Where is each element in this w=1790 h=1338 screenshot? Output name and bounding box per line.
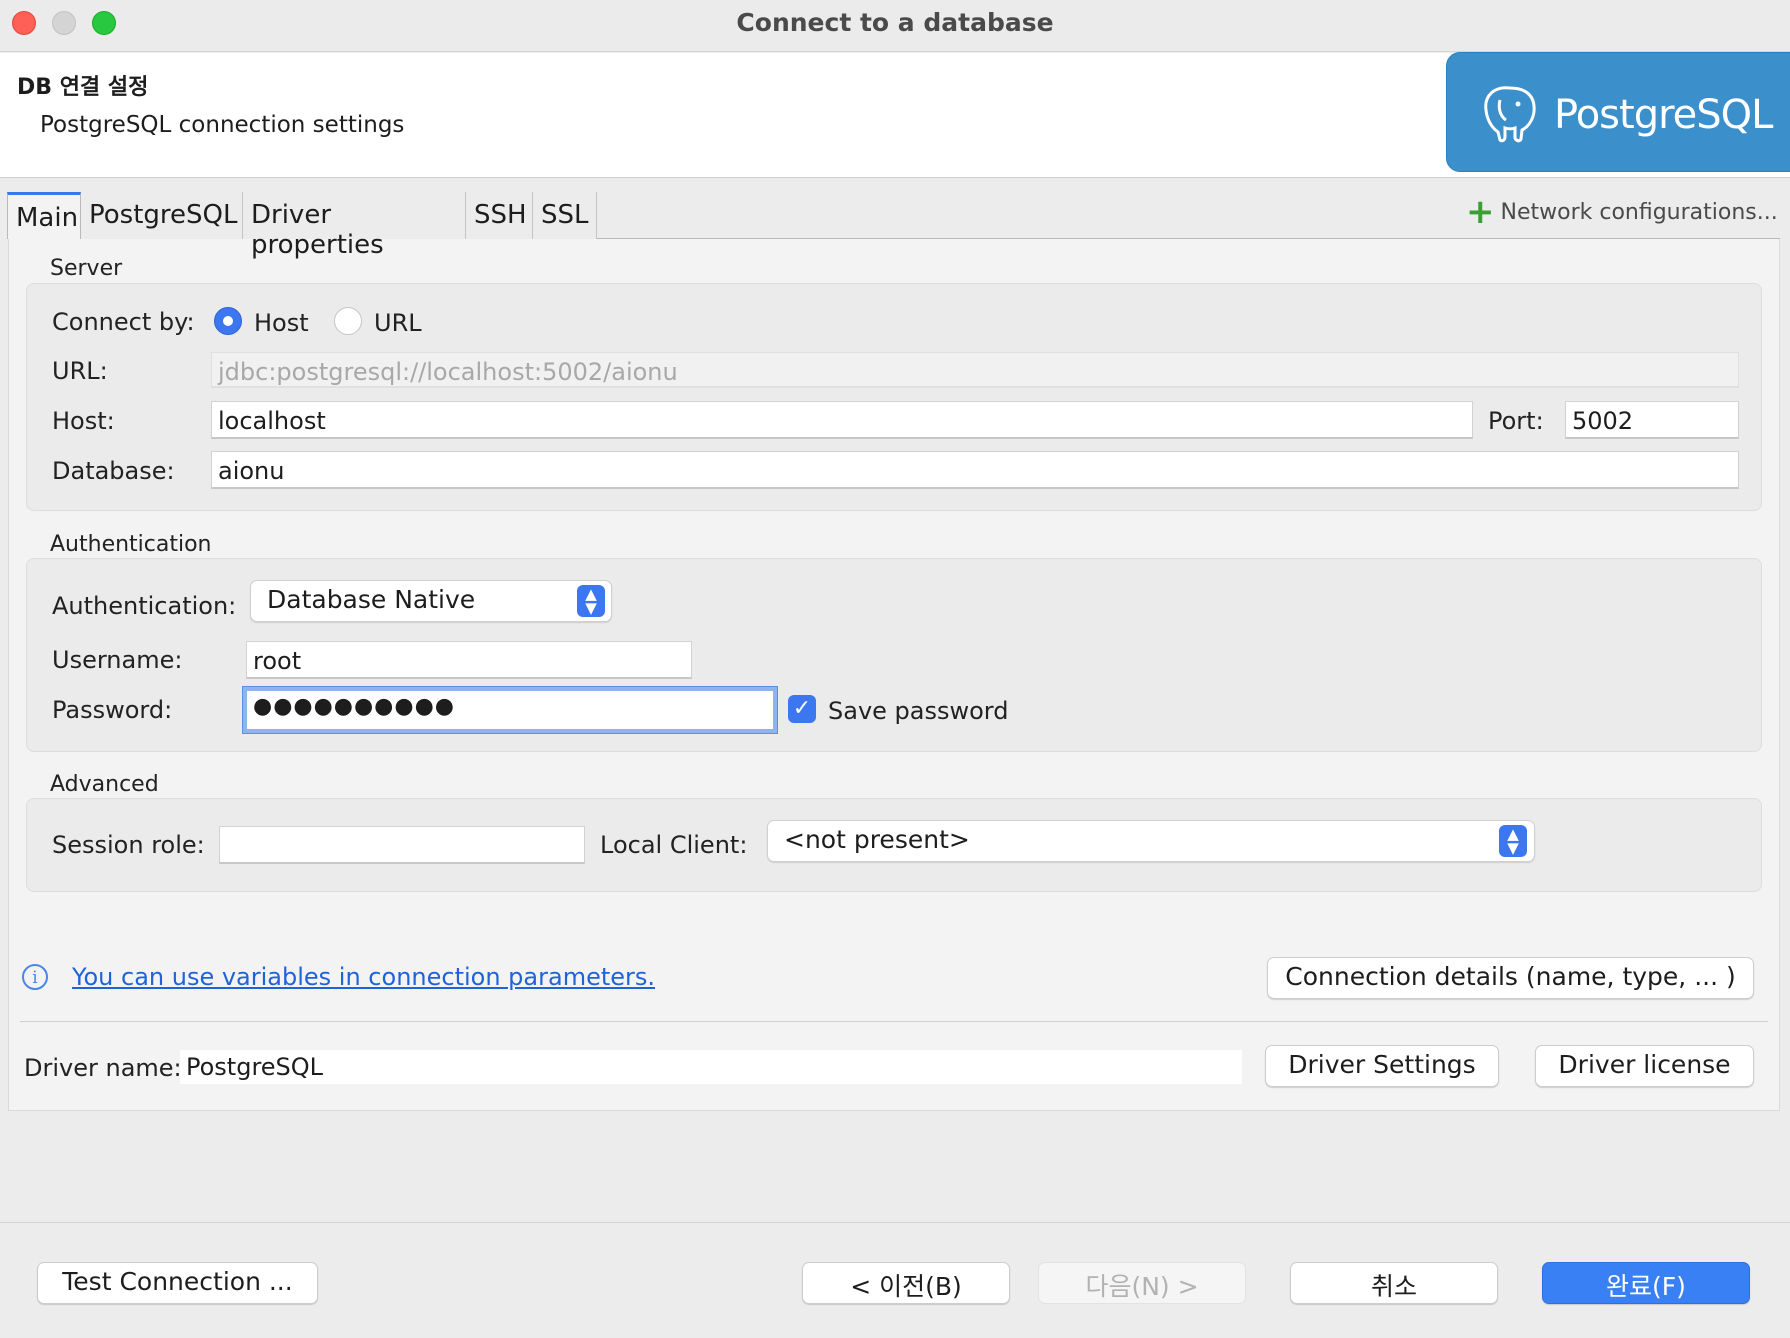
advanced-group-label: Advanced [50, 772, 159, 797]
password-input[interactable]: ●●●●●●●●●● [243, 687, 777, 733]
database-label: Database: [52, 457, 175, 485]
driver-settings-button[interactable]: Driver Settings [1265, 1045, 1499, 1087]
driver-name-value: PostgreSQL [180, 1050, 1242, 1084]
port-input[interactable]: 5002 [1565, 401, 1739, 439]
save-password-checkbox[interactable]: ✓ [788, 695, 816, 723]
host-input[interactable]: localhost [211, 401, 1473, 439]
page-subtitle: PostgreSQL connection settings [40, 112, 405, 138]
driver-name-label: Driver name: [24, 1054, 182, 1082]
test-connection-button[interactable]: Test Connection ... [37, 1262, 318, 1304]
connect-by-url-radio[interactable] [334, 307, 362, 335]
back-button[interactable]: < 이전(B) [802, 1262, 1010, 1304]
cancel-button[interactable]: 취소 [1290, 1262, 1498, 1304]
local-client-label: Local Client: [600, 831, 748, 859]
page-title: DB 연결 설정 [17, 75, 149, 100]
connect-by-url-label[interactable]: URL [374, 309, 422, 337]
logo-text: PostgreSQL [1554, 92, 1773, 138]
network-configurations-label: Network configurations... [1500, 200, 1778, 225]
password-label: Password: [52, 696, 173, 724]
select-chevron-icon[interactable]: ▲ ▼ [577, 585, 605, 617]
connection-details-button[interactable]: Connection details (name, type, ... ) [1267, 957, 1754, 999]
session-role-input[interactable] [219, 826, 585, 864]
server-group-label: Server [50, 256, 123, 281]
variables-help-link[interactable]: You can use variables in connection para… [72, 963, 655, 991]
elephant-icon [1484, 86, 1536, 143]
authentication-label: Authentication: [52, 592, 237, 620]
connect-by-label: Connect by: [52, 308, 195, 336]
connect-by-host-label[interactable]: Host [254, 309, 309, 337]
username-label: Username: [52, 646, 183, 674]
footer-divider [0, 1222, 1790, 1223]
network-configurations-link[interactable]: + Network configurations... [1466, 195, 1778, 229]
host-label: Host: [52, 407, 115, 435]
window-title: Connect to a database [736, 8, 1054, 37]
driver-license-button[interactable]: Driver license [1535, 1045, 1754, 1087]
connect-by-host-radio[interactable] [214, 307, 242, 335]
authentication-group-label: Authentication [50, 532, 212, 557]
info-icon: i [22, 964, 48, 990]
save-password-label[interactable]: Save password [828, 697, 1008, 725]
finish-button[interactable]: 완료(F) [1542, 1262, 1750, 1304]
tab-driver-properties[interactable]: Driver properties [243, 192, 466, 260]
tab-ssh[interactable]: SSH [466, 192, 533, 239]
authentication-select[interactable]: Database Native [250, 580, 612, 622]
select-chevron-icon[interactable]: ▲ ▼ [1499, 825, 1527, 857]
tab-main[interactable]: Main [7, 192, 81, 239]
username-input[interactable]: root [246, 641, 692, 679]
tab-postgresql[interactable]: PostgreSQL [81, 192, 243, 239]
local-client-select[interactable]: <not present> [767, 820, 1535, 862]
tab-ssl[interactable]: SSL [533, 192, 597, 239]
driver-section-divider [20, 1021, 1768, 1022]
url-label: URL: [52, 357, 108, 385]
database-input[interactable]: aionu [211, 451, 1739, 489]
url-input[interactable]: jdbc:postgresql://localhost:5002/aionu [211, 352, 1739, 388]
port-label: Port: [1488, 407, 1544, 435]
add-icon: + [1466, 192, 1495, 232]
next-button[interactable]: 다음(N) > [1038, 1262, 1246, 1304]
session-role-label: Session role: [52, 831, 205, 859]
